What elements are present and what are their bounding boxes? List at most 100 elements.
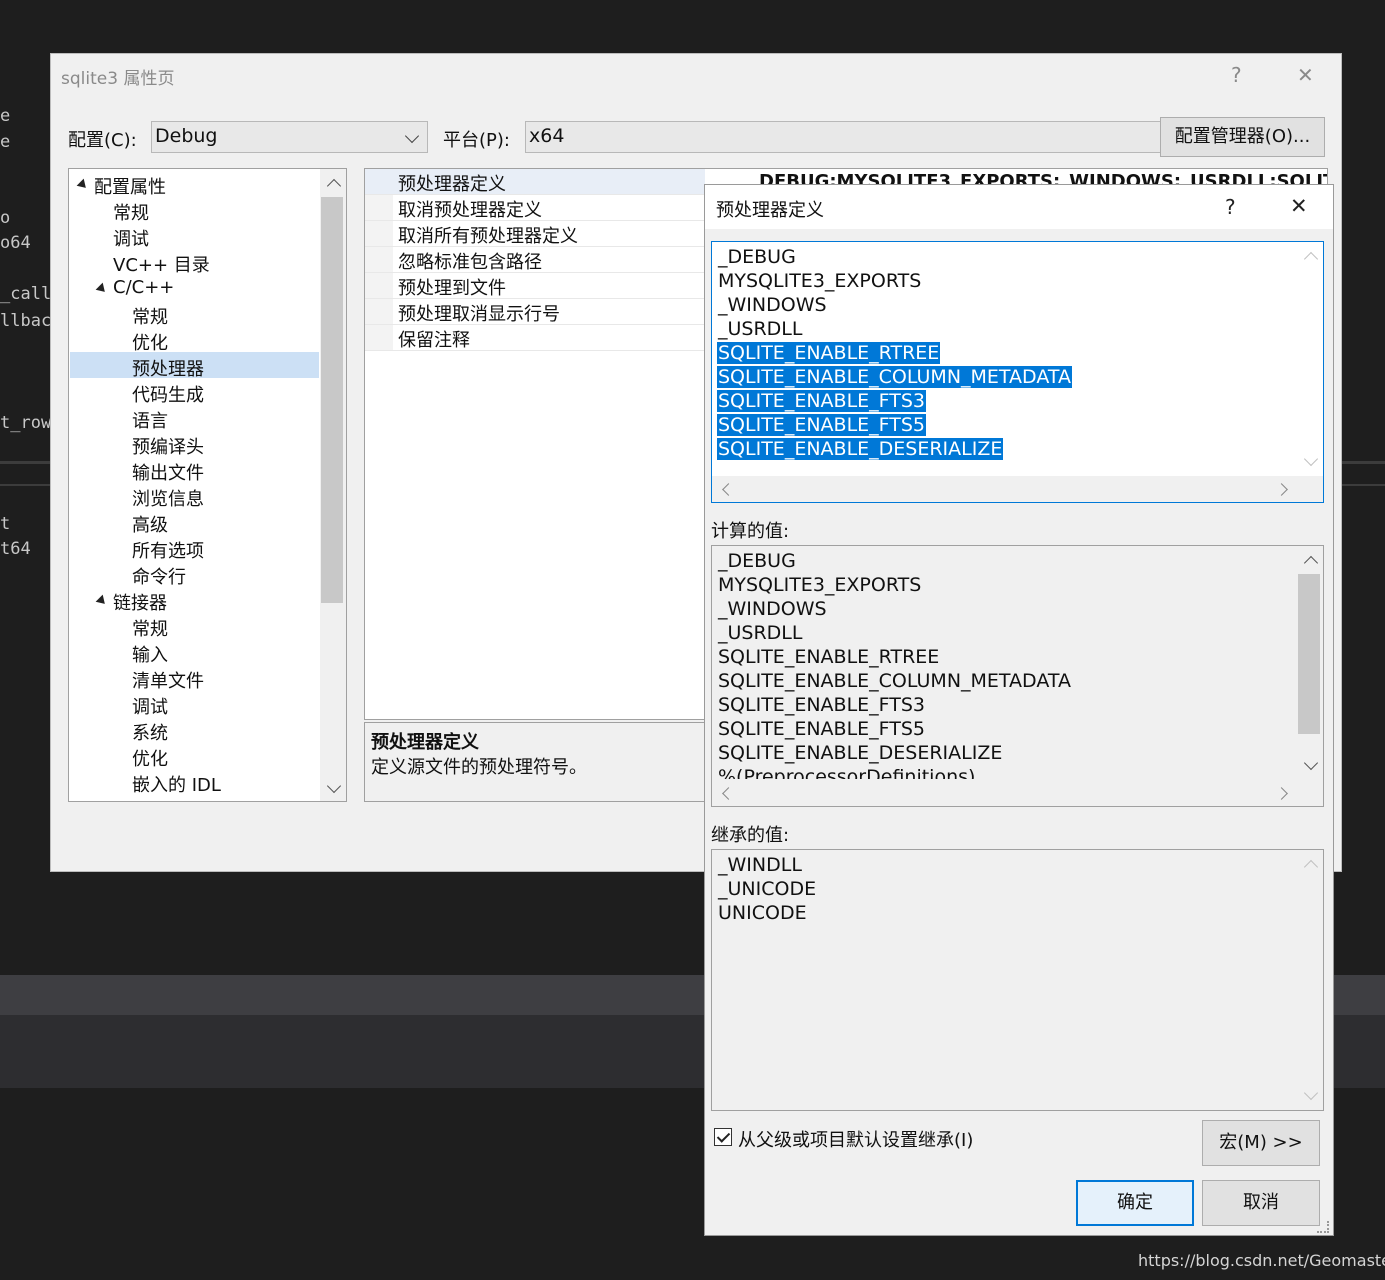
grid-row[interactable]: 预处理取消显示行号 xyxy=(365,299,705,325)
tree-item[interactable]: 预编译头 xyxy=(132,433,204,459)
help-button[interactable]: ? xyxy=(1225,195,1236,219)
edit-line-selected[interactable]: SQLITE_ENABLE_RTREE xyxy=(717,341,941,365)
grid-row-preprocessor-definitions[interactable]: 预处理器定义 xyxy=(365,169,705,195)
tree-item[interactable]: 语言 xyxy=(132,407,168,433)
computed-line: MYSQLITE3_EXPORTS xyxy=(718,574,922,596)
grid-row[interactable]: 取消预处理器定义 xyxy=(365,195,705,221)
tree-item[interactable]: 所有选项 xyxy=(132,537,204,563)
close-button[interactable]: ✕ xyxy=(1297,63,1314,87)
tree-item[interactable]: 命令行 xyxy=(132,563,186,589)
scroll-down-icon[interactable] xyxy=(1303,451,1319,467)
computed-vscrollbar[interactable] xyxy=(1297,546,1323,780)
edit-line[interactable]: _USRDLL xyxy=(718,317,802,341)
config-manager-button[interactable]: 配置管理器(O)... xyxy=(1160,117,1325,157)
dialog-title: 预处理器定义 xyxy=(716,200,824,221)
tree-item[interactable]: 调试 xyxy=(132,693,168,719)
scroll-up-icon[interactable] xyxy=(1303,251,1319,267)
edit-hscrollbar[interactable] xyxy=(712,476,1323,502)
tree-item[interactable]: 输入 xyxy=(132,641,168,667)
tree-item-linker[interactable]: 链接器 xyxy=(113,589,167,615)
ok-button[interactable]: 确定 xyxy=(1076,1180,1194,1226)
description-text: 定义源文件的预处理符号。 xyxy=(371,757,587,778)
inherited-line: UNICODE xyxy=(718,902,807,924)
edit-line-selected[interactable]: SQLITE_ENABLE_FTS5 xyxy=(717,413,927,437)
edit-line[interactable]: MYSQLITE3_EXPORTS xyxy=(718,269,921,293)
tree-scrollbar[interactable] xyxy=(320,169,346,801)
tree-item[interactable]: 优化 xyxy=(132,745,168,771)
config-dropdown[interactable]: Debug xyxy=(151,121,428,153)
tree-item[interactable]: 调试 xyxy=(113,225,149,251)
close-button[interactable]: ✕ xyxy=(1290,194,1308,218)
computed-hscrollbar[interactable] xyxy=(712,780,1323,806)
computed-values-label: 计算的值: xyxy=(711,521,790,542)
definitions-edit-box[interactable]: _DEBUG MYSQLITE3_EXPORTS _WINDOWS _USRDL… xyxy=(711,241,1324,503)
computed-line: SQLITE_ENABLE_FTS5 xyxy=(718,718,926,740)
tree-item[interactable]: 嵌入的 IDL xyxy=(132,771,221,797)
code-fragment: t xyxy=(0,514,11,534)
computed-values-box: _DEBUG MYSQLITE3_EXPORTS _WINDOWS _USRDL… xyxy=(711,545,1324,807)
expand-arrow-icon[interactable] xyxy=(95,594,109,608)
code-fragment: llbac xyxy=(0,311,52,331)
tree-item-preprocessor[interactable]: 预处理器 xyxy=(132,355,204,381)
edit-line-selected[interactable]: SQLITE_ENABLE_DESERIALIZE xyxy=(717,437,1004,461)
scroll-down-icon[interactable] xyxy=(1303,1085,1319,1101)
scroll-down-icon[interactable] xyxy=(326,778,342,794)
inherited-vscrollbar[interactable] xyxy=(1297,850,1323,1110)
grid-row[interactable]: 取消所有预处理器定义 xyxy=(365,221,705,247)
scroll-thumb[interactable] xyxy=(321,197,343,603)
tree-item[interactable]: 常规 xyxy=(132,303,168,329)
inherit-checkbox[interactable] xyxy=(714,1128,732,1146)
edit-line-selected[interactable]: SQLITE_ENABLE_COLUMN_METADATA xyxy=(717,365,1073,389)
code-fragment: e xyxy=(0,132,11,152)
grid-row[interactable]: 保留注释 xyxy=(365,325,705,351)
edit-vscrollbar[interactable] xyxy=(1297,242,1323,476)
expand-arrow-icon[interactable] xyxy=(95,282,109,296)
tree-item[interactable]: 系统 xyxy=(132,719,168,745)
scroll-left-icon[interactable] xyxy=(722,483,735,496)
tree-item[interactable]: 常规 xyxy=(113,199,149,225)
tree-item-cpp[interactable]: C/C++ xyxy=(113,277,174,298)
computed-line: _WINDOWS xyxy=(718,598,827,620)
scroll-up-icon[interactable] xyxy=(326,178,342,194)
inherited-values-box: _WINDLL _UNICODE UNICODE xyxy=(711,849,1324,1111)
scroll-thumb[interactable] xyxy=(1298,574,1320,734)
tree-item[interactable]: 优化 xyxy=(132,329,168,355)
edit-line[interactable]: _WINDOWS xyxy=(718,293,827,317)
tree-item[interactable]: 常规 xyxy=(132,615,168,641)
tree-item[interactable]: 清单文件 xyxy=(132,667,204,693)
dialog-titlebar: 预处理器定义 ? ✕ xyxy=(705,185,1333,229)
cancel-button[interactable]: 取消 xyxy=(1202,1180,1320,1226)
scroll-up-icon[interactable] xyxy=(1303,859,1319,875)
grid-row[interactable]: 预处理到文件 xyxy=(365,273,705,299)
resize-grip-icon[interactable] xyxy=(1317,1221,1329,1233)
edit-line-selected[interactable]: SQLITE_ENABLE_FTS3 xyxy=(717,389,927,413)
scroll-up-icon[interactable] xyxy=(1303,555,1319,571)
inherit-checkbox-label[interactable]: 从父级或项目默认设置继承(I) xyxy=(738,1126,973,1152)
inherited-values-label: 继承的值: xyxy=(711,825,790,846)
tree-item[interactable]: 输出文件 xyxy=(132,459,204,485)
description-title: 预处理器定义 xyxy=(371,732,479,753)
config-value: Debug xyxy=(155,125,218,147)
code-fragment: _call xyxy=(0,284,52,304)
tree-item[interactable]: 高级 xyxy=(132,511,168,537)
platform-dropdown[interactable]: x64 xyxy=(525,121,1194,153)
scroll-left-icon[interactable] xyxy=(722,787,735,800)
tree-item[interactable]: 代码生成 xyxy=(132,381,204,407)
help-button[interactable]: ? xyxy=(1231,63,1242,87)
expand-arrow-icon[interactable] xyxy=(76,178,90,192)
grid-row[interactable]: 忽略标准包含路径 xyxy=(365,247,705,273)
computed-line-clip: %(PreprocessorDefinitions) xyxy=(712,765,1297,779)
tree-item[interactable]: 浏览信息 xyxy=(132,485,204,511)
edit-line[interactable]: _DEBUG xyxy=(718,245,796,269)
watermark: https://blog.csdn.net/GeomasterYi xyxy=(1138,1251,1385,1270)
tree-item-config-properties[interactable]: 配置属性 xyxy=(94,173,166,199)
inherited-line: _WINDLL xyxy=(718,854,802,876)
tree-item[interactable]: VC++ 目录 xyxy=(113,251,210,277)
scroll-right-icon[interactable] xyxy=(1275,787,1288,800)
macros-button[interactable]: 宏(M) >> xyxy=(1202,1120,1320,1166)
computed-line: _USRDLL xyxy=(718,622,803,644)
checkmark-icon xyxy=(716,1129,731,1143)
scroll-down-icon[interactable] xyxy=(1303,755,1319,771)
platform-value: x64 xyxy=(529,125,565,147)
scroll-right-icon[interactable] xyxy=(1275,483,1288,496)
